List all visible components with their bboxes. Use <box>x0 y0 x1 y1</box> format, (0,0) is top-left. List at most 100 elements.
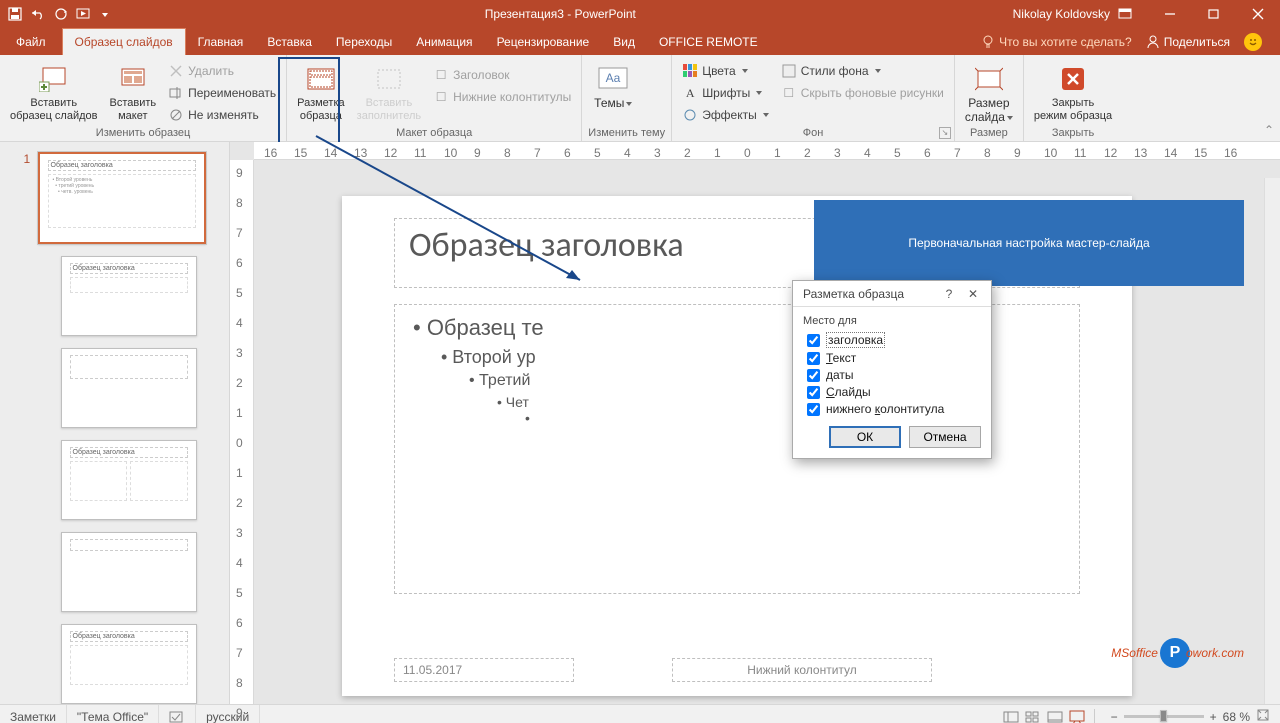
zoom-out-icon[interactable]: − <box>1111 710 1118 723</box>
zoom-slider[interactable] <box>1124 715 1204 718</box>
person-icon <box>1146 35 1160 49</box>
horizontal-ruler: 1615141312111098765432101234567891011121… <box>254 142 1280 160</box>
thumb-layout-1[interactable]: Образец заголовка <box>61 256 197 336</box>
redo-icon[interactable] <box>54 7 68 21</box>
date-placeholder[interactable]: 11.05.2017 <box>394 658 574 682</box>
dialog-ok-button[interactable]: ОК <box>829 426 901 448</box>
tab-home[interactable]: Главная <box>186 29 256 55</box>
view-sorter-icon[interactable] <box>1022 706 1044 723</box>
ribbon: Вставить образец слайдов Вставить макет … <box>0 55 1280 142</box>
statusbar: Заметки "Тема Office" русский − + 68 % <box>0 704 1280 723</box>
delete-icon <box>168 63 184 79</box>
view-normal-icon[interactable] <box>1000 706 1022 723</box>
delete-button[interactable]: Удалить <box>164 61 280 81</box>
fonts-button[interactable]: AШрифты <box>678 83 773 103</box>
workspace: 1 Образец заголовка• Второй уровень • тр… <box>0 142 1280 704</box>
tab-slide-master[interactable]: Образец слайдов <box>62 28 186 55</box>
status-spellcheck-icon[interactable] <box>159 705 196 723</box>
tell-me[interactable]: Что вы хотите сделать? <box>981 35 1132 49</box>
rename-button[interactable]: Переименовать <box>164 83 280 103</box>
chk-date[interactable]: даты <box>807 368 981 382</box>
effects-button[interactable]: Эффекты <box>678 105 773 125</box>
thumb-layout-4[interactable] <box>61 532 197 612</box>
quick-access-toolbar <box>0 7 116 21</box>
colors-button[interactable]: Цвета <box>678 61 773 81</box>
undo-icon[interactable] <box>30 7 46 21</box>
footers-checkbox: ☐Нижние колонтитулы <box>429 87 575 107</box>
fonts-icon: A <box>682 85 698 101</box>
status-notes[interactable]: Заметки <box>0 705 67 723</box>
ribbon-display-icon[interactable] <box>1118 8 1148 20</box>
group-edit-master: Вставить образец слайдов Вставить макет … <box>0 55 287 141</box>
tab-file[interactable]: Файл <box>0 29 62 55</box>
bg-styles-icon <box>781 63 797 79</box>
chk-footer[interactable]: нижнего колонтитула <box>807 402 981 416</box>
thumb-layout-5[interactable]: Образец заголовка <box>61 624 197 704</box>
close-button[interactable] <box>1236 0 1280 28</box>
insert-master-icon <box>38 63 70 95</box>
user-name[interactable]: Nikolay Koldovsky <box>1005 7 1118 21</box>
vertical-scrollbar[interactable] <box>1264 178 1280 704</box>
vertical-ruler: 9876543210123456789 <box>230 160 254 704</box>
chk-title[interactable]: заголовка <box>807 332 981 348</box>
thumb-number: 1 <box>24 152 32 244</box>
highlight-frame <box>278 57 340 149</box>
group-close: Закрыть режим образца Закрыть <box>1024 55 1122 141</box>
dialog-cancel-button[interactable]: Отмена <box>909 426 981 448</box>
dialog-group-label: Место для <box>803 315 981 327</box>
thumb-layout-2[interactable] <box>61 348 197 428</box>
insert-slide-master-button[interactable]: Вставить образец слайдов <box>6 59 101 123</box>
preserve-button[interactable]: Не изменять <box>164 105 280 125</box>
tab-animation[interactable]: Анимация <box>404 29 484 55</box>
chk-text[interactable]: Текст <box>807 351 981 365</box>
tab-transitions[interactable]: Переходы <box>324 29 404 55</box>
themes-icon: Aa <box>597 63 629 95</box>
thumb-layout-3[interactable]: Образец заголовка <box>61 440 197 520</box>
tab-view[interactable]: Вид <box>601 29 647 55</box>
close-master-button[interactable]: Закрыть режим образца <box>1030 59 1116 123</box>
minimize-button[interactable] <box>1148 0 1192 28</box>
titlebar: Презентация3 - PowerPoint Nikolay Koldov… <box>0 0 1280 28</box>
zoom-in-icon[interactable]: + <box>1210 710 1217 723</box>
dialog-close-button[interactable]: ✕ <box>961 287 985 301</box>
watermark: MSofficePowork.com <box>1111 638 1250 668</box>
tab-insert[interactable]: Вставка <box>255 29 324 55</box>
insert-layout-button[interactable]: Вставить макет <box>105 59 160 123</box>
insert-placeholder-button: Вставить заполнитель <box>353 59 425 123</box>
collapse-ribbon-icon[interactable]: ⌃ <box>1258 55 1280 141</box>
zoom-control[interactable]: − + 68 % <box>1101 708 1280 723</box>
bg-dialog-launcher[interactable]: ↘ <box>939 127 951 139</box>
rename-icon <box>168 85 184 101</box>
share-button[interactable]: Поделиться <box>1146 35 1230 49</box>
view-reading-icon[interactable] <box>1044 706 1066 723</box>
title-checkbox: ☐Заголовок <box>429 65 575 85</box>
annotation-callout: Первоначальная настройка мастер-слайда <box>814 200 1244 286</box>
dialog-help-button[interactable]: ? <box>937 287 961 301</box>
fit-to-window-icon[interactable] <box>1256 708 1270 723</box>
view-slideshow-icon[interactable] <box>1066 706 1088 723</box>
themes-button[interactable]: Aa Темы <box>588 59 638 111</box>
footer-placeholder[interactable]: Нижний колонтитул <box>672 658 932 682</box>
ribbon-tabs: Файл Образец слайдов Главная Вставка Пер… <box>0 28 1280 55</box>
tab-review[interactable]: Рецензирование <box>485 29 602 55</box>
thumbnail-pane[interactable]: 1 Образец заголовка• Второй уровень • тр… <box>0 142 230 704</box>
thumb-master[interactable]: Образец заголовка• Второй уровень • трет… <box>38 152 206 244</box>
chk-slides[interactable]: Слайды <box>807 385 981 399</box>
maximize-button[interactable] <box>1192 0 1236 28</box>
status-language[interactable]: русский <box>196 705 260 723</box>
group-background: Цвета AШрифты Эффекты Стили фона ☐Скрыть… <box>672 55 955 141</box>
hide-bg-checkbox: ☐Скрыть фоновые рисунки <box>777 83 948 103</box>
zoom-value[interactable]: 68 % <box>1223 710 1250 723</box>
slide-canvas[interactable]: Образец заголовка • Образец те • Второй … <box>254 160 1280 704</box>
qat-more-icon[interactable] <box>100 7 108 21</box>
master-layout-dialog: Разметка образца ? ✕ Место для заголовка… <box>792 280 992 459</box>
effects-icon <box>682 107 698 123</box>
tab-office-remote[interactable]: OFFICE REMOTE <box>647 29 770 55</box>
slide-size-button[interactable]: Размер слайда <box>961 59 1017 125</box>
feedback-smiley-icon[interactable] <box>1244 33 1262 51</box>
bg-styles-button[interactable]: Стили фона <box>777 61 948 81</box>
group-edit-theme: Aa Темы Изменить тему <box>582 55 672 141</box>
slideshow-icon[interactable] <box>76 7 92 21</box>
save-icon[interactable] <box>8 7 22 21</box>
status-theme[interactable]: "Тема Office" <box>67 705 159 723</box>
